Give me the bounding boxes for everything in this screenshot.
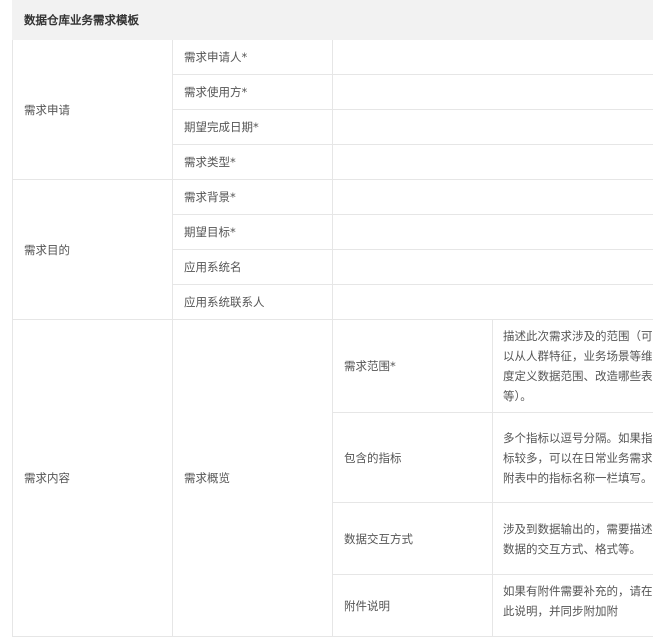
field-label: 需求使用方* (173, 75, 333, 110)
field-value-cell[interactable] (333, 40, 653, 75)
field-label: 需求申请人* (173, 40, 333, 75)
field-value-cell[interactable] (333, 180, 653, 215)
field-label: 需求范围* (333, 320, 493, 413)
group-label: 需求申请 (13, 40, 173, 180)
sub-group-label: 需求概览 (173, 320, 333, 637)
field-description: 描述此次需求涉及的范围（可以从人群特征，业务场景等维度定义数据范围、改造哪些表等… (493, 320, 653, 413)
field-value-cell[interactable] (333, 215, 653, 250)
field-label: 应用系统名 (173, 250, 333, 285)
field-value-cell[interactable] (333, 250, 653, 285)
field-label: 需求类型* (173, 145, 333, 180)
group-label: 需求内容 (13, 320, 173, 637)
requirements-template-table: 数据仓库业务需求模板 需求申请需求申请人* 需求使用方* 期望完成日期* 需求类… (12, 0, 653, 637)
group-label: 需求目的 (13, 180, 173, 320)
field-value-cell[interactable] (333, 145, 653, 180)
field-value-cell[interactable] (333, 110, 653, 145)
field-label: 数据交互方式 (333, 503, 493, 575)
field-label: 期望目标* (173, 215, 333, 250)
field-value-cell[interactable] (333, 75, 653, 110)
table-title: 数据仓库业务需求模板 (13, 1, 653, 40)
field-label: 需求背景* (173, 180, 333, 215)
field-label: 应用系统联系人 (173, 285, 333, 320)
field-label: 附件说明 (333, 575, 493, 637)
field-description: 如果有附件需要补充的，请在此说明，并同步附加附 (493, 575, 653, 637)
field-value-cell[interactable] (333, 285, 653, 320)
field-label: 期望完成日期* (173, 110, 333, 145)
field-description: 涉及到数据输出的，需要描述数据的交互方式、格式等。 (493, 503, 653, 575)
field-description: 多个指标以逗号分隔。如果指标较多，可以在日常业务需求附表中的指标名称一栏填写。 (493, 413, 653, 503)
field-label: 包含的指标 (333, 413, 493, 503)
